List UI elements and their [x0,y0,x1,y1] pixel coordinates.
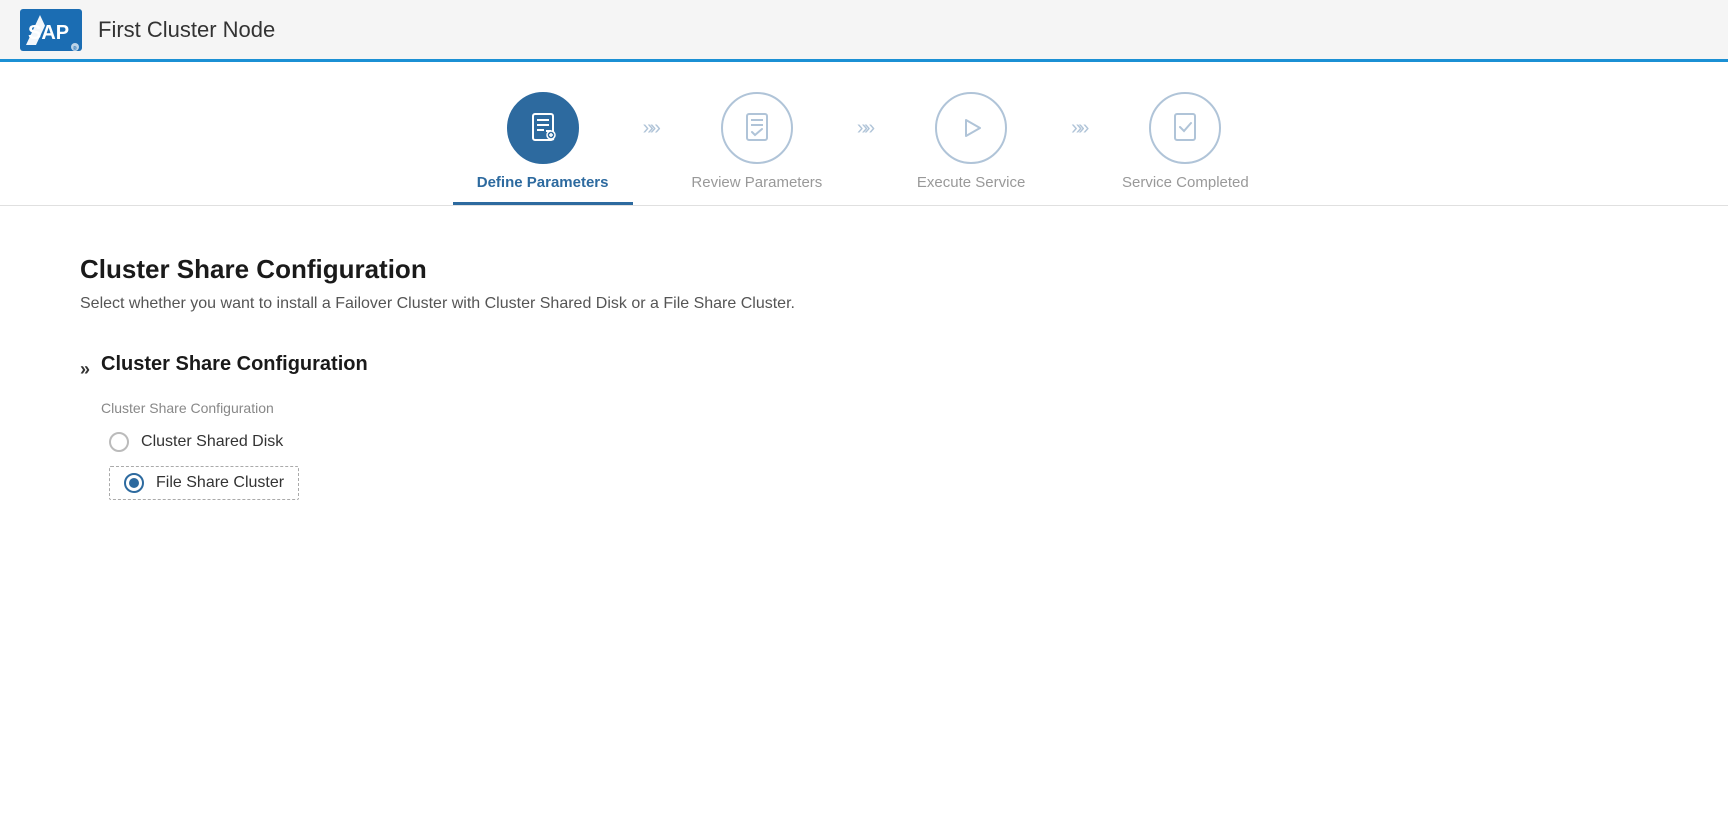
section-title: Cluster Share Configuration [101,353,1648,376]
step-label-execute-service: Execute Service [917,174,1025,205]
svg-text:®: ® [73,45,77,51]
step-icon-execute-service [935,92,1007,164]
section-heading: Cluster Share Configuration [80,254,1648,285]
wizard-step-define-parameters[interactable]: Define Parameters [453,92,633,205]
radio-label-file-share-cluster: File Share Cluster [156,474,284,492]
section-description: Select whether you want to install a Fai… [80,295,1648,313]
radio-circle-file-share-cluster[interactable] [124,473,144,493]
wizard-arrow-2: »» [857,117,871,140]
svg-text:SAP: SAP [28,22,69,44]
step-icon-review-parameters [721,92,793,164]
wizard-step-service-completed[interactable]: Service Completed [1095,92,1275,205]
review-parameters-icon [738,109,776,147]
page-title-header: First Cluster Node [98,17,275,43]
sap-logo: SAP ® [20,9,82,51]
wizard-arrow-3: »» [1071,117,1085,140]
radio-circle-cluster-shared-disk[interactable] [109,432,129,452]
wizard-arrow-1: »» [643,117,657,140]
wizard-steps: Define Parameters »» Review Parameters »… [0,62,1728,206]
define-parameters-icon [524,109,562,147]
step-icon-service-completed [1149,92,1221,164]
step-label-service-completed: Service Completed [1122,174,1249,205]
step-label-define-parameters: Define Parameters [453,174,633,205]
step-icon-define-parameters [507,92,579,164]
wizard-step-execute-service[interactable]: Execute Service [881,92,1061,205]
app-header: SAP ® First Cluster Node [0,0,1728,62]
radio-item-cluster-shared-disk[interactable]: Cluster Shared Disk [109,432,1648,452]
field-label: Cluster Share Configuration [101,400,1648,416]
radio-item-file-share-cluster[interactable]: File Share Cluster [109,466,299,500]
cluster-share-section: » Cluster Share Configuration Cluster Sh… [80,353,1648,500]
radio-label-cluster-shared-disk: Cluster Shared Disk [141,433,283,451]
service-completed-icon [1166,109,1204,147]
execute-service-icon [952,109,990,147]
wizard-step-review-parameters[interactable]: Review Parameters [667,92,847,205]
section-content: Cluster Share Configuration Cluster Shar… [101,353,1648,500]
radio-group-cluster-share: Cluster Shared Disk File Share Cluster [109,432,1648,500]
section-expand-arrow[interactable]: » [80,359,85,380]
main-content: Cluster Share Configuration Select wheth… [0,206,1728,540]
step-label-review-parameters: Review Parameters [691,174,822,205]
